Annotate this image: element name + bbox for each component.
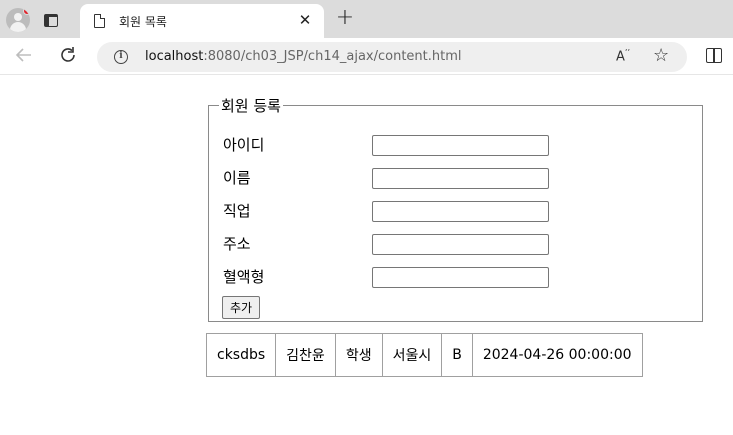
plus-icon[interactable]: + bbox=[334, 7, 356, 30]
member-address-cell: 서울시 bbox=[381, 333, 443, 377]
document-icon bbox=[94, 14, 105, 28]
reload-icon[interactable] bbox=[57, 46, 79, 68]
field-row-name: 이름 bbox=[223, 168, 693, 192]
info-icon[interactable]: i bbox=[114, 50, 128, 64]
field-row-address: 주소 bbox=[223, 234, 693, 258]
field-row-job: 직업 bbox=[223, 201, 693, 225]
back-arrow-icon[interactable] bbox=[13, 46, 35, 68]
member-register-fieldset: 회원 등록 아이디 이름 직업 주소 혈액형 추가 bbox=[208, 95, 703, 322]
job-input[interactable] bbox=[372, 201, 549, 222]
field-row-blood-type: 혈액형 bbox=[223, 267, 693, 291]
field-label: 직업 bbox=[223, 202, 251, 220]
notification-dot bbox=[23, 8, 30, 15]
add-button[interactable]: 추가 bbox=[222, 296, 261, 319]
member-job-cell: 학생 bbox=[334, 333, 383, 377]
browser-toolbar: i localhost:8080/ch03_JSP/ch14_ajax/cont… bbox=[0, 38, 733, 75]
member-blood-cell: B bbox=[441, 333, 473, 377]
member-name-cell: 김찬윤 bbox=[275, 333, 336, 377]
member-table: cksdbs 김찬윤 학생 서울시 B 2024-04-26 00:00:00 bbox=[205, 333, 643, 377]
tab-actions-icon[interactable] bbox=[40, 9, 62, 31]
name-input[interactable] bbox=[372, 168, 549, 189]
star-icon[interactable]: ☆ bbox=[653, 45, 669, 66]
id-input[interactable] bbox=[372, 135, 549, 156]
active-tab[interactable]: 회원 목록 ✕ bbox=[80, 4, 324, 38]
fieldset-legend: 회원 등록 bbox=[221, 97, 281, 115]
field-label: 혈액형 bbox=[223, 268, 265, 286]
address-bar[interactable]: i localhost:8080/ch03_JSP/ch14_ajax/cont… bbox=[97, 42, 687, 72]
read-aloud-icon[interactable]: Aʼʼ bbox=[616, 48, 630, 64]
close-icon[interactable]: ✕ bbox=[296, 11, 314, 29]
field-label: 아이디 bbox=[223, 136, 265, 154]
url-text[interactable]: localhost:8080/ch03_JSP/ch14_ajax/conten… bbox=[145, 49, 462, 64]
blood-type-input[interactable] bbox=[372, 267, 549, 288]
table-row: cksdbs 김찬윤 학생 서울시 B 2024-04-26 00:00:00 bbox=[205, 333, 643, 377]
split-screen-icon[interactable] bbox=[706, 48, 722, 63]
field-label: 주소 bbox=[223, 235, 251, 253]
profile-icon[interactable] bbox=[6, 8, 30, 32]
member-id-cell: cksdbs bbox=[205, 333, 277, 377]
member-date-cell: 2024-04-26 00:00:00 bbox=[471, 333, 643, 377]
tab-strip: 회원 목록 ✕ + bbox=[0, 0, 733, 38]
page-content: 회원 등록 아이디 이름 직업 주소 혈액형 추가 cksdbs 김찬윤 학생 … bbox=[0, 76, 733, 435]
field-row-id: 아이디 bbox=[223, 135, 693, 159]
field-label: 이름 bbox=[223, 169, 251, 187]
tab-title: 회원 목록 bbox=[119, 15, 167, 29]
address-input[interactable] bbox=[372, 234, 549, 255]
